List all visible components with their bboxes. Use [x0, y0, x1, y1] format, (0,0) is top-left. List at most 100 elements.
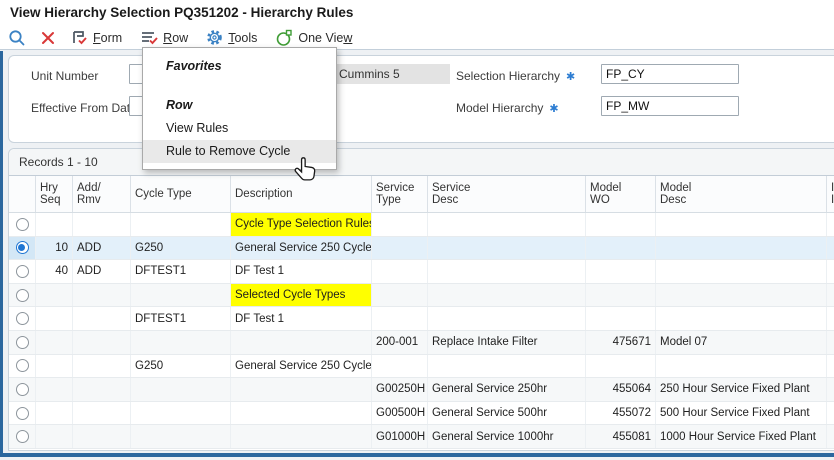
- cell-hry_seq: [36, 425, 73, 448]
- search-icon: [8, 29, 26, 47]
- cell-extra: [827, 213, 834, 236]
- cell-extra: [827, 331, 834, 354]
- cell-model_desc: [656, 260, 827, 283]
- cell-service_type: [372, 213, 428, 236]
- column-header-cycle_type[interactable]: Cycle Type: [131, 176, 231, 212]
- grid-row-9[interactable]: G00500HGeneral Service 500hr455072500 Ho…: [9, 402, 834, 426]
- app-window: View Hierarchy Selection PQ351202 - Hier…: [0, 0, 834, 460]
- cell-model_desc: [656, 307, 827, 330]
- column-header-model_wo[interactable]: ModelWO: [586, 176, 656, 212]
- grid-body: Cycle Type Selection Rules10ADDG250Gener…: [9, 213, 834, 449]
- grid-row-1[interactable]: Cycle Type Selection Rules: [9, 213, 834, 237]
- menu-item-view-rules[interactable]: View Rules: [143, 117, 336, 140]
- cell-add_rmv: [73, 307, 131, 330]
- cell-service_type: [372, 307, 428, 330]
- cell-service_desc: [428, 355, 586, 378]
- row-dropdown-menu: Favorites Row View Rules Rule to Remove …: [142, 47, 337, 170]
- form-button[interactable]: Form: [70, 30, 122, 46]
- grid-row-2[interactable]: 10ADDG250General Service 250 Cycle: [9, 237, 834, 261]
- cell-extra: [827, 402, 834, 425]
- model-hierarchy-label: Model Hierarchy✱: [456, 98, 559, 119]
- column-header-hry_seq[interactable]: HrySeq: [36, 176, 73, 212]
- form-button-label: Form: [93, 31, 122, 45]
- row-radio[interactable]: [16, 265, 29, 278]
- cell-extra: [827, 425, 834, 448]
- row-radio[interactable]: [16, 359, 29, 372]
- row-radio[interactable]: [16, 336, 29, 349]
- required-asterisk-icon: ✱: [566, 71, 575, 83]
- row-select-cell: [9, 378, 36, 401]
- header-form-panel: Unit Number Cummins 5 Effective From Dat…: [8, 55, 834, 143]
- row-radio[interactable]: [16, 312, 29, 325]
- cell-description: [231, 378, 372, 401]
- grid-panel: Records 1 - 10 HrySeqAdd/RmvCycle TypeDe…: [8, 148, 834, 451]
- cell-model_desc: [656, 237, 827, 260]
- row-radio-selected[interactable]: [16, 241, 29, 254]
- row-select-cell: [9, 425, 36, 448]
- menu-section-row: Row: [143, 93, 336, 117]
- close-button[interactable]: [40, 30, 56, 46]
- form-icon: [70, 30, 88, 46]
- cell-service_desc: Replace Intake Filter: [428, 331, 586, 354]
- cell-cycle_type: DFTEST1: [131, 307, 231, 330]
- cell-cycle_type: [131, 402, 231, 425]
- cell-cycle_type: [131, 425, 231, 448]
- row-select-cell: [9, 402, 36, 425]
- cell-service_type: [372, 237, 428, 260]
- model-hierarchy-input[interactable]: [601, 96, 739, 116]
- grid-row-7[interactable]: G250General Service 250 Cycle: [9, 355, 834, 379]
- cell-hry_seq: [36, 402, 73, 425]
- cell-hry_seq: [36, 331, 73, 354]
- column-header-model_desc[interactable]: ModelDesc: [656, 176, 827, 212]
- row-radio[interactable]: [16, 383, 29, 396]
- cell-model_wo: [586, 237, 656, 260]
- cell-service_type: [372, 260, 428, 283]
- cell-description: Selected Cycle Types: [231, 284, 372, 307]
- grid-row-5[interactable]: DFTEST1DF Test 1: [9, 307, 834, 331]
- cell-add_rmv: [73, 284, 131, 307]
- cell-hry_seq: [36, 378, 73, 401]
- cell-add_rmv: [73, 378, 131, 401]
- column-header-service_type[interactable]: ServiceType: [372, 176, 428, 212]
- column-header-extra[interactable]: II: [827, 176, 834, 212]
- grid-row-4[interactable]: Selected Cycle Types: [9, 284, 834, 308]
- cell-service_desc: [428, 307, 586, 330]
- row-radio[interactable]: [16, 430, 29, 443]
- cell-extra: [827, 260, 834, 283]
- row-select-cell: [9, 213, 36, 236]
- row-select-cell: [9, 237, 36, 260]
- row-radio[interactable]: [16, 407, 29, 420]
- cell-cycle_type: [131, 331, 231, 354]
- grid-row-3[interactable]: 40ADDDFTEST1DF Test 1: [9, 260, 834, 284]
- grid-row-6[interactable]: 200-001Replace Intake Filter475671Model …: [9, 331, 834, 355]
- cell-hry_seq: [36, 307, 73, 330]
- grid-row-8[interactable]: G00250HGeneral Service 250hr455064250 Ho…: [9, 378, 834, 402]
- cell-add_rmv: [73, 213, 131, 236]
- cell-model_wo: 475671: [586, 331, 656, 354]
- selection-hierarchy-label: Selection Hierarchy✱: [456, 66, 575, 87]
- selection-hierarchy-input[interactable]: [601, 64, 739, 84]
- cell-service_type: [372, 355, 428, 378]
- one-view-button[interactable]: One View: [275, 29, 352, 47]
- cell-model_wo: [586, 260, 656, 283]
- cell-model_wo: [586, 355, 656, 378]
- cell-service_type: [372, 284, 428, 307]
- cell-model_wo: 455064: [586, 378, 656, 401]
- row-button[interactable]: Row: [140, 30, 188, 46]
- column-header-description[interactable]: Description: [231, 176, 372, 212]
- cell-cycle_type: [131, 378, 231, 401]
- menu-item-rule-to-remove-cycle[interactable]: Rule to Remove Cycle: [143, 140, 336, 163]
- cell-model_desc: [656, 213, 827, 236]
- page-title: View Hierarchy Selection PQ351202 - Hier…: [10, 5, 353, 20]
- column-header-add_rmv[interactable]: Add/Rmv: [73, 176, 131, 212]
- tools-button[interactable]: Tools: [206, 29, 257, 46]
- column-header-service_desc[interactable]: ServiceDesc: [428, 176, 586, 212]
- search-button[interactable]: [8, 29, 26, 47]
- grid-row-10[interactable]: G01000HGeneral Service 1000hr4550811000 …: [9, 425, 834, 449]
- cell-add_rmv: [73, 402, 131, 425]
- row-radio[interactable]: [16, 289, 29, 302]
- row-radio[interactable]: [16, 218, 29, 231]
- one-view-icon: [275, 29, 293, 47]
- cell-hry_seq: 10: [36, 237, 73, 260]
- gear-icon: [206, 29, 223, 46]
